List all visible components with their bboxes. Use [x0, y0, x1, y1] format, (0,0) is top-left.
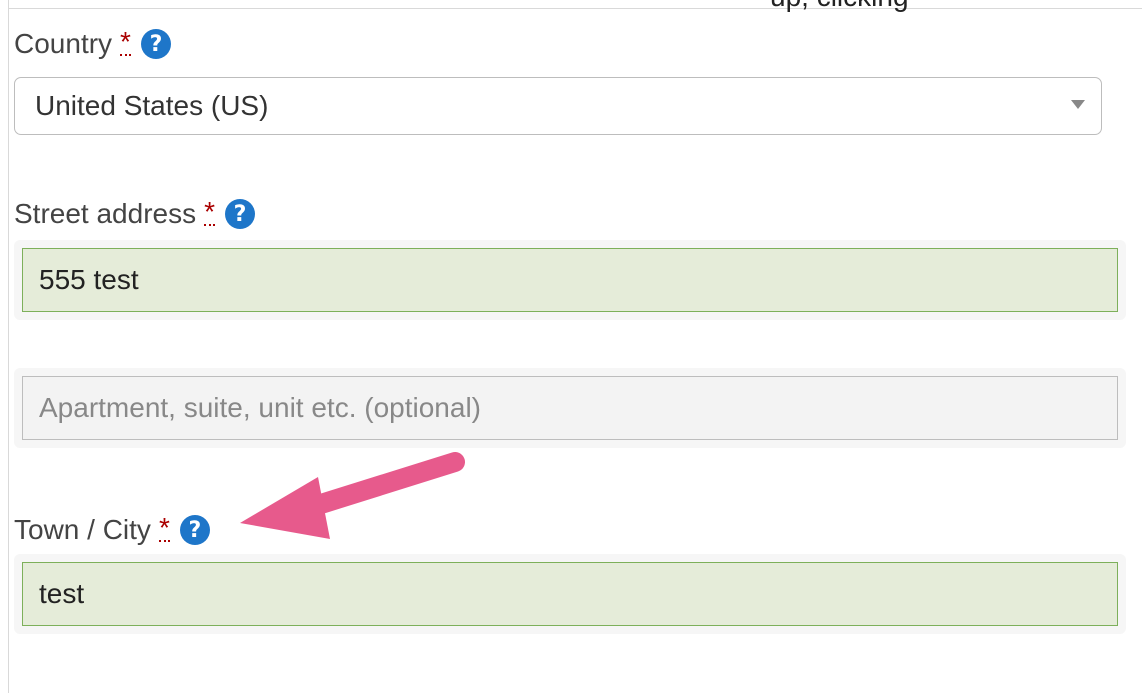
- street-address-input[interactable]: 555 test: [22, 248, 1118, 312]
- required-marker: *: [158, 512, 170, 543]
- apartment-input[interactable]: Apartment, suite, unit etc. (optional): [22, 376, 1118, 440]
- help-icon[interactable]: ?: [225, 199, 256, 229]
- city-field-wrapper: test: [14, 554, 1126, 634]
- street-label: Street address: [14, 198, 197, 229]
- frame-border-left: [8, 0, 9, 693]
- cropped-top-text: up, clicking: [770, 0, 909, 13]
- country-label: Country: [14, 28, 113, 59]
- chevron-down-icon: [1071, 100, 1085, 109]
- required-marker: *: [120, 26, 131, 57]
- city-input[interactable]: test: [22, 562, 1118, 626]
- apartment-field-wrapper: Apartment, suite, unit etc. (optional): [14, 368, 1126, 448]
- required-marker: *: [204, 196, 216, 227]
- frame-border-top: [8, 8, 1142, 9]
- pink-arrow-icon: [240, 452, 465, 539]
- country-select-value: United States (US): [35, 90, 269, 121]
- help-icon[interactable]: ?: [140, 29, 171, 59]
- country-label-row: Country * ?: [14, 28, 171, 60]
- city-label-row: Town / City * ?: [14, 514, 210, 546]
- street-field-wrapper: 555 test: [14, 240, 1126, 320]
- country-select[interactable]: United States (US): [14, 77, 1102, 135]
- street-label-row: Street address * ?: [14, 196, 256, 230]
- city-label: Town / City: [14, 514, 151, 545]
- help-icon[interactable]: ?: [179, 515, 210, 545]
